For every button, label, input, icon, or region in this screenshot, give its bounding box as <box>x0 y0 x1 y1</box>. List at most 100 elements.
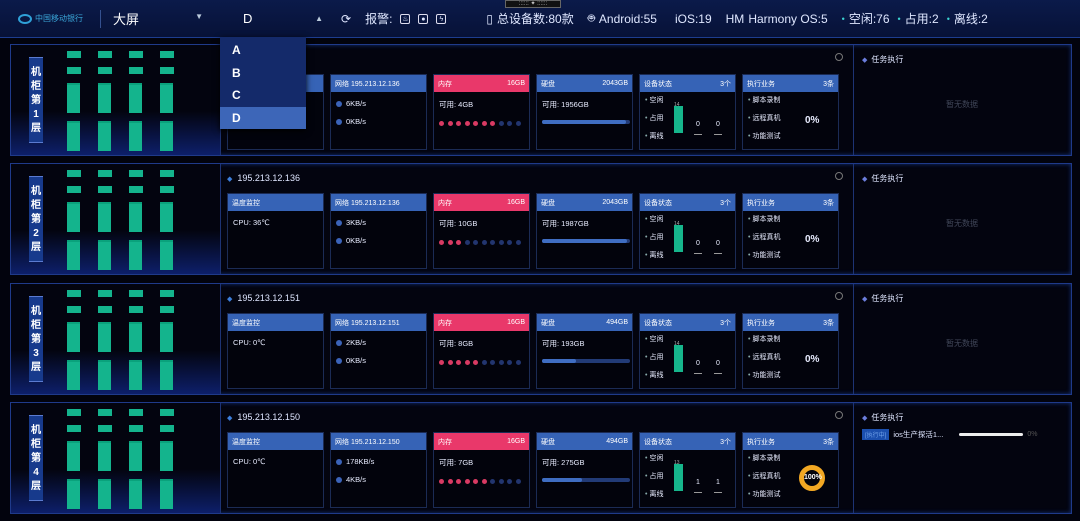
device-slot[interactable] <box>67 240 80 270</box>
device-slot[interactable] <box>98 306 112 313</box>
dropdown-option-b[interactable]: B <box>220 62 306 85</box>
dropdown-option-c[interactable]: C <box>220 84 306 107</box>
device-slot[interactable] <box>98 322 111 352</box>
device-slot[interactable] <box>67 322 80 352</box>
device-slot[interactable] <box>160 409 174 416</box>
device-slot[interactable] <box>67 479 80 509</box>
device-slot[interactable] <box>67 170 81 177</box>
device-slot[interactable] <box>129 306 143 313</box>
cabinet-select[interactable]: D ▲ <box>243 11 323 26</box>
card: 执行业务 3条脚本录制远程真机功能测试 0% <box>742 193 839 269</box>
device-slot[interactable] <box>98 441 111 471</box>
water-icon[interactable]: ● <box>418 13 429 24</box>
device-slot[interactable] <box>67 51 81 58</box>
device-slot[interactable] <box>98 290 112 297</box>
settings-icon[interactable] <box>835 292 843 300</box>
memory-dot <box>447 360 453 365</box>
device-slot[interactable] <box>129 360 142 390</box>
offline-value: 0 <box>714 355 722 374</box>
device-slot[interactable] <box>160 441 173 471</box>
device-slot[interactable] <box>67 441 80 471</box>
device-slot[interactable] <box>67 67 81 74</box>
device-slot[interactable] <box>160 170 174 177</box>
script-label: 脚本录制 <box>748 336 780 343</box>
device-slot[interactable] <box>98 479 111 509</box>
device-slot[interactable] <box>98 170 112 177</box>
device-slot[interactable] <box>129 240 142 270</box>
device-slot[interactable] <box>67 290 81 297</box>
task-item[interactable]: [执行中] ios生产探活1... 0% <box>862 429 1067 440</box>
device-column <box>98 51 112 159</box>
device-slot[interactable] <box>129 425 143 432</box>
device-slot[interactable] <box>129 479 142 509</box>
device-slot[interactable] <box>160 51 174 58</box>
device-slot[interactable] <box>67 409 81 416</box>
status-count: 3个 <box>720 80 731 88</box>
download-icon <box>336 118 342 125</box>
settings-icon[interactable] <box>835 53 843 61</box>
device-slot[interactable] <box>129 186 143 193</box>
device-slot[interactable] <box>129 83 142 113</box>
download-speed: 4KB/s <box>346 475 367 484</box>
device-slot[interactable] <box>98 425 112 432</box>
device-slot[interactable] <box>129 322 142 352</box>
device-slot[interactable] <box>129 202 142 232</box>
device-slot[interactable] <box>160 322 173 352</box>
device-slot[interactable] <box>160 121 173 151</box>
power-icon[interactable]: ϟ <box>436 13 447 24</box>
settings-icon[interactable] <box>835 411 843 419</box>
device-slot[interactable] <box>98 67 112 74</box>
card-header: 设备状态 3个 <box>640 433 735 450</box>
device-slot[interactable] <box>98 360 111 390</box>
device-slot[interactable] <box>160 186 174 193</box>
device-column <box>129 51 143 159</box>
script-label: 脚本录制 <box>748 455 780 462</box>
fire-icon[interactable]: ♨ <box>400 13 411 24</box>
device-slot[interactable] <box>129 121 142 151</box>
memory-dot <box>447 479 453 484</box>
device-slot[interactable] <box>98 121 111 151</box>
device-slot[interactable] <box>160 479 173 509</box>
device-slot[interactable] <box>160 425 174 432</box>
memory-dot <box>439 479 444 484</box>
device-slot[interactable] <box>98 51 112 58</box>
device-slot[interactable] <box>160 67 174 74</box>
remote-label: 远程真机 <box>748 115 780 122</box>
upload-icon <box>336 339 342 346</box>
device-slot[interactable] <box>67 202 80 232</box>
device-slot[interactable] <box>67 186 81 193</box>
dropdown-option-d[interactable]: D <box>220 106 306 129</box>
device-slot[interactable] <box>129 67 143 74</box>
device-slot[interactable] <box>98 83 111 113</box>
device-slot[interactable] <box>129 290 143 297</box>
device-slot[interactable] <box>67 425 81 432</box>
device-slot[interactable] <box>129 51 143 58</box>
device-slot[interactable] <box>98 202 111 232</box>
refresh-icon[interactable]: ⟳ <box>341 12 351 26</box>
idle-count: • 空闲:76 <box>842 10 890 27</box>
device-slot[interactable] <box>67 360 80 390</box>
device-slot[interactable] <box>160 83 173 113</box>
device-slot[interactable] <box>129 170 143 177</box>
device-slot[interactable] <box>160 290 174 297</box>
occupied-count: • 占用:2 <box>898 10 939 27</box>
device-slot[interactable] <box>67 83 80 113</box>
device-slot[interactable] <box>160 240 173 270</box>
memory-dot <box>464 240 470 245</box>
device-slot[interactable] <box>98 409 112 416</box>
screen-select[interactable]: 大屏 ▼ <box>113 9 203 28</box>
device-slot[interactable] <box>67 121 80 151</box>
device-slot[interactable] <box>129 441 142 471</box>
device-slot[interactable] <box>98 186 112 193</box>
device-slot[interactable] <box>160 202 173 232</box>
device-slot[interactable] <box>67 306 81 313</box>
settings-icon[interactable] <box>835 172 843 180</box>
device-slot[interactable] <box>129 409 143 416</box>
device-slot[interactable] <box>160 306 174 313</box>
cabinet-panel: 机柜第3层 <box>11 284 221 394</box>
drag-handle[interactable]: :::::: ✦ :::::: <box>505 0 561 8</box>
device-slot[interactable] <box>160 360 173 390</box>
offline-value: 0 <box>714 235 722 254</box>
dropdown-option-a[interactable]: A <box>220 39 306 62</box>
device-slot[interactable] <box>98 240 111 270</box>
